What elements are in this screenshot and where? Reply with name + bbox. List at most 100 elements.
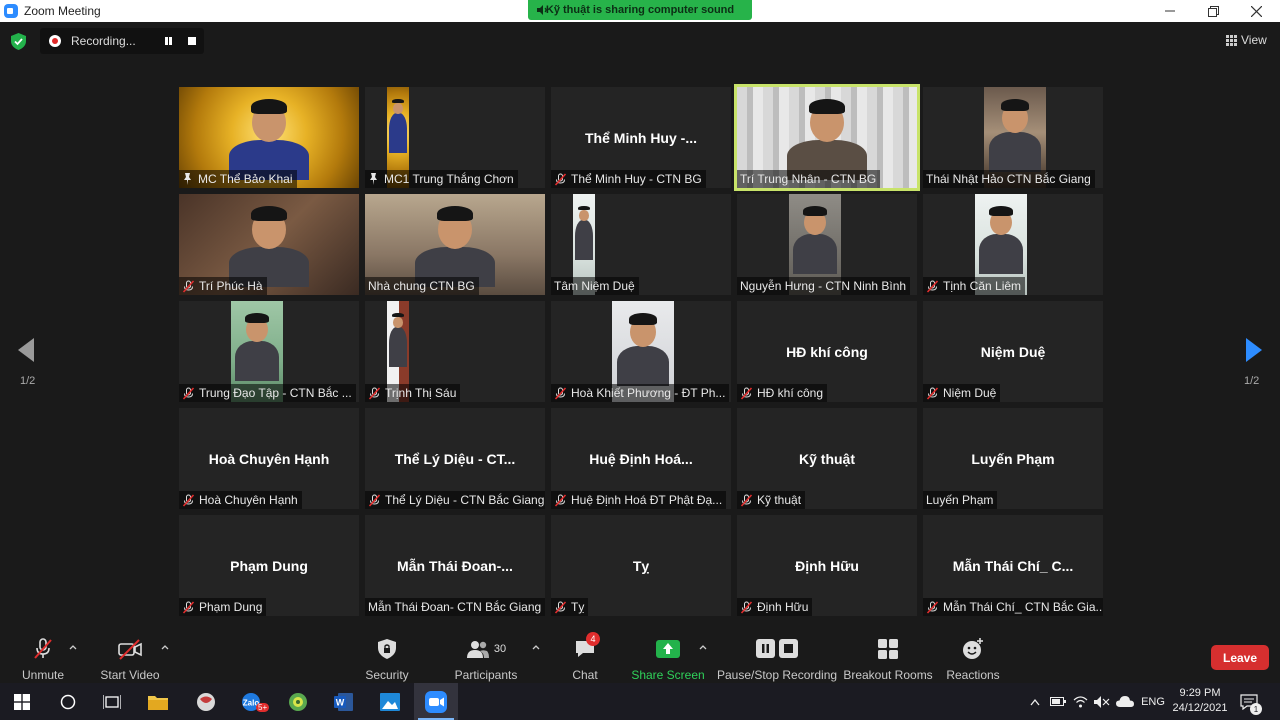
folder-icon xyxy=(148,695,168,710)
search-button[interactable] xyxy=(46,683,90,720)
participant-tile[interactable]: Tịnh Căn Liêm xyxy=(923,194,1103,295)
participants-button[interactable]: 30 Participants xyxy=(454,628,518,682)
security-button[interactable]: Security xyxy=(364,628,410,682)
speaker-icon xyxy=(537,5,547,15)
participant-tile[interactable]: HĐ khí công HĐ khí công xyxy=(737,301,917,402)
file-explorer-taskbar-item[interactable] xyxy=(136,683,180,720)
pause-recording-button[interactable] xyxy=(164,36,174,46)
participant-name-tag: Phạm Dung xyxy=(179,598,267,616)
share-options-caret-icon[interactable] xyxy=(698,642,708,652)
snipping-tool-icon xyxy=(197,692,215,711)
participant-hair xyxy=(392,313,404,318)
participant-tile[interactable]: Trung Đạo Tập - CTN Bắc ... xyxy=(179,301,359,402)
unmute-button[interactable]: Unmute xyxy=(20,628,66,682)
participant-name: HĐ khí công xyxy=(757,386,824,400)
participant-tile[interactable]: Thể Lý Diệu - CT... Thể Lý Diệu - CTN Bắc… xyxy=(365,408,545,509)
leave-button[interactable]: Leave xyxy=(1211,645,1269,670)
volume-tray-icon[interactable] xyxy=(1092,683,1112,720)
previous-page-arrow-icon[interactable] xyxy=(18,338,34,362)
participant-tile[interactable]: Phạm Dung Phạm Dung xyxy=(179,515,359,616)
participant-tile[interactable]: Luyến Phạm Luyến Phạm xyxy=(923,408,1103,509)
battery-tray-icon[interactable] xyxy=(1048,683,1068,720)
notification-center-button[interactable]: 1 xyxy=(1236,683,1262,720)
network-tray-icon[interactable] xyxy=(1070,683,1090,720)
participant-name-tag: Luyến Phạm xyxy=(923,491,998,509)
zoom-window: Zoom Meeting Kỹ thuật is sharing compute… xyxy=(0,0,1280,720)
input-language-indicator[interactable]: ENG xyxy=(1138,683,1168,720)
battery-icon xyxy=(1050,697,1066,706)
zoom-logo-icon xyxy=(4,4,18,18)
window-title: Zoom Meeting xyxy=(24,4,101,18)
restore-button[interactable] xyxy=(1193,0,1233,22)
onedrive-tray-icon[interactable] xyxy=(1114,683,1136,720)
colorful-app-icon xyxy=(289,692,307,711)
participant-tile[interactable]: Mẫn Thái Chí_ C... Mẫn Thái Chí_ CTN Bắc … xyxy=(923,515,1103,616)
participant-tile[interactable]: Hoà Chuyên Hạnh Hoà Chuyên Hạnh xyxy=(179,408,359,509)
participant-name: Thể Minh Huy - CTN BG xyxy=(571,172,702,186)
show-hidden-icons-button[interactable] xyxy=(1026,683,1044,720)
chat-button[interactable]: 4 Chat xyxy=(566,628,604,682)
participant-tile[interactable]: Trí Trung Nhân - CTN BG xyxy=(734,84,920,191)
participant-tile[interactable]: Thái Nhật Hảo CTN Bắc Giang xyxy=(923,87,1103,188)
search-circle-icon xyxy=(60,694,76,709)
meeting-toolbar: Unmute Start Video Security 30 Participa… xyxy=(0,628,1280,682)
participants-caret-icon[interactable] xyxy=(531,642,541,652)
svg-text:W: W xyxy=(336,697,345,707)
minimize-button[interactable] xyxy=(1150,0,1190,22)
participant-name: Định Hữu xyxy=(757,600,809,614)
security-shield-icon xyxy=(378,638,396,660)
zalo-taskbar-item[interactable]: Zalo 5+ xyxy=(230,683,274,720)
view-button[interactable]: View xyxy=(1226,32,1267,48)
snipping-tool-taskbar-item[interactable] xyxy=(184,683,228,720)
participant-tile[interactable]: Niệm Duệ Niệm Duệ xyxy=(923,301,1103,402)
sharing-sound-banner[interactable]: Kỹ thuật is sharing computer sound xyxy=(528,0,752,20)
participant-tile[interactable]: Trịnh Thị Sáu xyxy=(365,301,545,402)
participant-tile[interactable]: Huệ Định Hoá... Huệ Định Hoá ĐT Phật Đạ..… xyxy=(551,408,731,509)
word-taskbar-item[interactable]: W xyxy=(322,683,366,720)
participant-tile[interactable]: Thể Minh Huy -... Thể Minh Huy - CTN BG xyxy=(551,87,731,188)
participant-tile[interactable]: Kỹ thuật Kỹ thuật xyxy=(737,408,917,509)
participant-tile[interactable]: Nhà chung CTN BG xyxy=(365,194,545,295)
reactions-button[interactable]: Reactions xyxy=(946,628,1000,682)
participant-tile[interactable]: Tâm Niệm Duệ xyxy=(551,194,731,295)
share-screen-button[interactable]: Share Screen xyxy=(631,628,705,682)
participant-name-tag: Hoà Khiết Phương - ĐT Ph... xyxy=(551,384,730,402)
breakout-rooms-button[interactable]: Breakout Rooms xyxy=(843,628,933,682)
participant-name-tag: Huệ Định Hoá ĐT Phật Đạ... xyxy=(551,491,727,509)
close-button[interactable] xyxy=(1236,0,1276,22)
participant-name-tag: MC Thể Bảo Khai xyxy=(179,170,297,188)
pin-icon xyxy=(370,173,377,185)
taskbar-clock[interactable]: 9:29 PM 24/12/2021 xyxy=(1172,686,1228,716)
app-taskbar-item[interactable] xyxy=(276,683,320,720)
participant-tile[interactable]: Nguyễn Hưng - CTN Ninh Bình xyxy=(737,194,917,295)
start-button[interactable] xyxy=(0,683,44,720)
video-options-caret-icon[interactable] xyxy=(160,642,170,652)
encryption-shield-icon[interactable] xyxy=(11,33,26,50)
pause-stop-recording-button[interactable]: Pause/Stop Recording xyxy=(717,628,837,682)
participant-tile[interactable]: MC Thể Bảo Khai xyxy=(179,87,359,188)
muted-mic-icon xyxy=(182,493,195,507)
participant-tile[interactable]: Định Hữu Định Hữu xyxy=(737,515,917,616)
share-banner-text: Kỹ thuật is sharing computer sound xyxy=(545,4,735,16)
participant-tile[interactable]: Trí Phúc Hà xyxy=(179,194,359,295)
muted-mic-icon xyxy=(554,600,567,614)
participant-tile[interactable]: Mẫn Thái Đoan-... Mẫn Thái Đoan- CTN Bắc … xyxy=(365,515,545,616)
participant-tile[interactable]: Hoà Khiết Phương - ĐT Ph... xyxy=(551,301,731,402)
participant-name-tag: Niệm Duệ xyxy=(923,384,1001,402)
participant-tile[interactable]: MC1 Trung Thắng Chơn xyxy=(365,87,545,188)
chat-unread-badge: 4 xyxy=(586,632,600,646)
participant-body xyxy=(988,131,1042,172)
zoom-taskbar-item[interactable] xyxy=(414,683,458,720)
stop-recording-button[interactable] xyxy=(188,37,196,45)
participant-name-tag: Thể Lý Diệu - CTN Bắc Giang xyxy=(365,491,545,509)
audio-options-caret-icon[interactable] xyxy=(68,642,78,652)
start-video-button[interactable]: Start Video xyxy=(100,628,160,682)
task-view-icon xyxy=(103,694,121,709)
participant-name: Niệm Duệ xyxy=(943,386,997,400)
participant-body xyxy=(388,113,408,154)
photos-taskbar-item[interactable] xyxy=(368,683,412,720)
next-page-arrow-icon[interactable] xyxy=(1246,338,1262,362)
participant-tile[interactable]: Tỵ Tỵ xyxy=(551,515,731,616)
participant-name-tag: Trung Đạo Tập - CTN Bắc ... xyxy=(179,384,356,402)
task-view-button[interactable] xyxy=(90,683,134,720)
